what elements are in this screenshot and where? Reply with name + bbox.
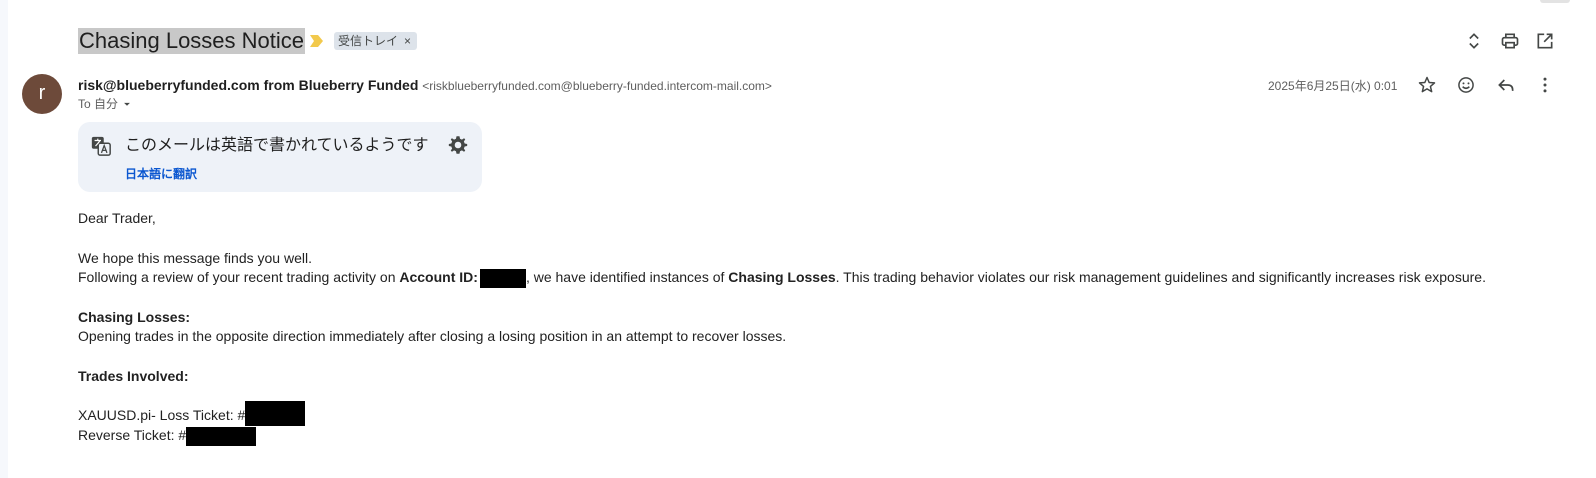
- trade-1-label: XAUUSD.pi- Loss Ticket: #: [78, 407, 246, 423]
- redacted-ticket-1: [245, 401, 306, 427]
- remove-label-icon[interactable]: ×: [404, 32, 411, 50]
- translate-link[interactable]: 日本語に翻訳: [125, 165, 197, 182]
- emoji-reaction-icon: [1458, 77, 1474, 93]
- trade-line-1: XAUUSD.pi- Loss Ticket: #: [78, 401, 306, 427]
- open-new-window-icon: [1537, 33, 1553, 49]
- avatar[interactable]: r: [22, 74, 62, 114]
- chasing-losses-heading: Chasing Losses:: [78, 309, 191, 325]
- redacted-ticket-2: [186, 426, 257, 446]
- star-icon: [1418, 76, 1436, 93]
- expand-collapse-button[interactable]: [1462, 29, 1486, 53]
- trade-line-2: Reverse Ticket: #: [78, 425, 257, 446]
- body-line-2: Following a review of your recent tradin…: [78, 267, 1486, 288]
- chasing-losses-inline: Chasing Losses: [728, 269, 836, 285]
- trades-involved-heading: Trades Involved:: [78, 368, 189, 384]
- expand-collapse-icon: [1469, 33, 1479, 49]
- email-subject: Chasing Losses Notice: [78, 28, 306, 54]
- body-line-2-part-e: . This trading behavior violates our ris…: [835, 269, 1486, 285]
- body-line-2-part-a: Following a review of your recent tradin…: [78, 269, 400, 285]
- redacted-account-id: [479, 268, 526, 288]
- top-corner-control[interactable]: [1540, 0, 1570, 3]
- more-options-button[interactable]: [1533, 73, 1557, 97]
- open-new-window-button[interactable]: [1533, 29, 1557, 53]
- translate-banner: このメールは英語で書かれているようです 日本語に翻訳: [78, 122, 482, 192]
- recipient-details-toggle[interactable]: To 自分: [78, 96, 134, 112]
- gear-icon[interactable]: [447, 134, 469, 156]
- translate-banner-title: このメールは英語で書かれているようです: [125, 137, 429, 154]
- add-reaction-button[interactable]: [1454, 73, 1478, 97]
- sender-address: <riskblueberryfunded.com@blueberry-funde…: [422, 79, 772, 93]
- chevron-down-icon: [124, 102, 130, 106]
- reply-button[interactable]: [1494, 73, 1518, 97]
- translate-icon: [91, 136, 111, 156]
- print-button[interactable]: [1498, 29, 1522, 53]
- account-id-label: Account ID:: [399, 269, 478, 285]
- label-chip-text: 受信トレイ: [338, 34, 399, 48]
- more-vert-icon: [1543, 77, 1547, 93]
- reply-icon: [1498, 79, 1514, 91]
- message-date: 2025年6月25日(水) 0:01: [1268, 79, 1398, 93]
- body-line-2-part-c: , we have identified instances of: [525, 269, 729, 285]
- sender-name[interactable]: risk@blueberryfunded.com from Blueberry …: [78, 77, 418, 93]
- trade-2-label: Reverse Ticket: #: [78, 427, 187, 443]
- left-strip: [0, 0, 8, 478]
- importance-marker-icon[interactable]: [310, 35, 323, 47]
- body-greeting: Dear Trader,: [78, 210, 156, 226]
- inbox-label-chip: 受信トレイ ×: [334, 32, 418, 50]
- print-icon: [1501, 33, 1519, 49]
- star-button[interactable]: [1415, 73, 1439, 97]
- chasing-losses-description: Opening trades in the opposite direction…: [78, 328, 787, 344]
- sender-line: risk@blueberryfunded.com from Blueberry …: [78, 75, 772, 96]
- body-line-1: We hope this message finds you well.: [78, 250, 312, 266]
- to-label: To 自分: [78, 97, 119, 111]
